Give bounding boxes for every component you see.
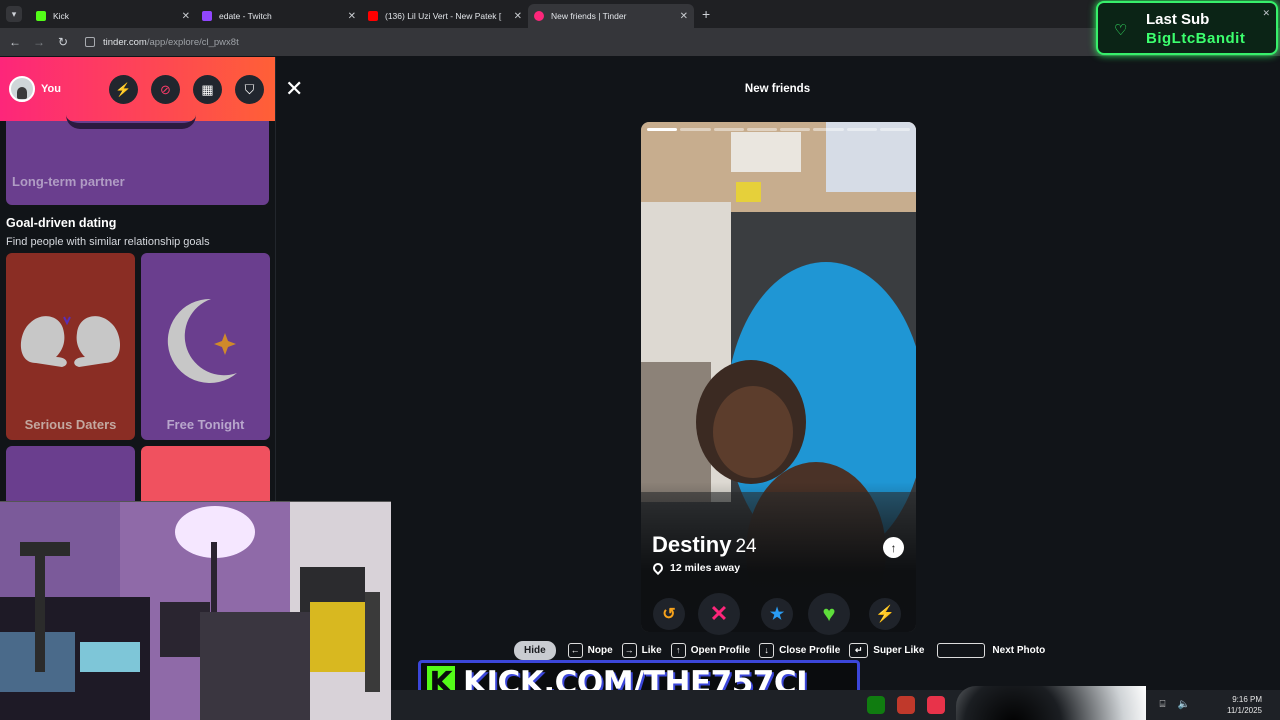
tab-kick[interactable]: Kick ✕ <box>30 4 196 28</box>
back-arrow-icon[interactable]: ← <box>3 35 27 49</box>
tile-label: Free Tonight <box>166 417 245 432</box>
windows-taskbar: ⌃ ⌸ 🔈 9:16 PM 11/1/2025 <box>391 690 1280 720</box>
kick-favicon-icon <box>36 11 46 21</box>
tab-tinder[interactable]: New friends | Tinder ✕ <box>528 4 694 28</box>
section-title: Goal-driven dating <box>6 216 117 230</box>
webcam-feed <box>0 502 391 720</box>
close-tab-icon[interactable]: ✕ <box>348 11 356 22</box>
tab-title: edate - Twitch <box>219 11 272 21</box>
close-tab-icon[interactable]: ✕ <box>182 11 190 22</box>
profile-distance: 12 miles away <box>650 560 741 576</box>
taskbar-clock[interactable]: 9:16 PM 11/1/2025 <box>1227 694 1262 716</box>
boost-bolt-icon[interactable]: ⚡ <box>869 598 901 630</box>
new-tab-plus-icon[interactable]: + <box>702 6 710 22</box>
moon-icon <box>167 298 237 383</box>
super-like-star-icon[interactable]: ★ <box>761 598 793 630</box>
close-tab-icon[interactable]: ✕ <box>514 11 522 22</box>
keyboard-shortcuts: Hide ← Nope → Like ↑ Open Profile ↓ Close Pr… <box>514 640 1054 660</box>
age-text: 24 <box>735 536 757 557</box>
shortcut-next-photo: Next Photo <box>933 642 1046 658</box>
tab-search-icon[interactable]: ▾ <box>6 6 22 22</box>
close-tab-icon[interactable]: ✕ <box>680 11 688 22</box>
shortcut-label: Open Profile <box>690 644 751 656</box>
app-icon[interactable] <box>927 696 945 714</box>
clock-date: 11/1/2025 <box>1227 706 1262 715</box>
clock-time: 9:16 PM <box>1232 695 1262 704</box>
left-key-icon: ← <box>567 642 583 658</box>
url-domain: tinder.com <box>103 36 147 48</box>
serious-daters-tile[interactable]: Serious Daters <box>6 253 135 440</box>
twitch-favicon-icon <box>202 11 212 21</box>
shortcut-label: Close Profile <box>779 644 841 656</box>
app-icon[interactable] <box>897 696 915 714</box>
shortcut-label: Nope <box>587 644 613 656</box>
system-tray: ⌃ ⌸ 🔈 <box>1139 699 1190 710</box>
free-tonight-tile[interactable]: Free Tonight <box>141 253 270 440</box>
enter-key-icon: ↵ <box>849 642 869 658</box>
like-heart-icon[interactable]: ♥ <box>808 593 850 635</box>
page-title: New friends <box>744 83 811 95</box>
up-key-icon: ↑ <box>670 642 686 658</box>
name-text: Destiny <box>652 532 732 557</box>
tab-title: Kick <box>53 11 70 21</box>
screen: ▾ Kick ✕ edate - Twitch ✕ (136) Lil Uzi … <box>0 0 1280 720</box>
location-pin-icon <box>650 560 666 576</box>
swipe-actions: ↺ ✕ ★ ♥ ⚡ <box>641 593 916 637</box>
profile-card[interactable]: Destiny 24 12 miles away ↑ <box>641 122 916 632</box>
section-subtitle: Find people with similar relationship go… <box>6 236 210 248</box>
down-key-icon: ↓ <box>759 642 775 658</box>
address-bar: ← → ↻ tinder.com/app/explore/cl_pwx8t ⌖ … <box>0 28 1280 56</box>
tab-twitch[interactable]: edate - Twitch ✕ <box>196 4 362 28</box>
card-illustration <box>66 115 196 129</box>
shortcut-open-profile: ↑ Open Profile <box>670 642 751 658</box>
hide-shortcuts-button[interactable]: Hide <box>514 640 556 660</box>
last-sub-name: BigLtcBandit <box>1146 30 1246 47</box>
shortcut-like: → Like <box>621 642 662 658</box>
forward-arrow-icon[interactable]: → <box>27 35 51 49</box>
reload-icon[interactable]: ↻ <box>51 35 75 49</box>
volume-icon[interactable]: 🔈 <box>1178 699 1190 710</box>
shortcut-close-profile: ↓ Close Profile <box>759 642 841 658</box>
shortcut-nope: ← Nope <box>567 642 613 658</box>
tab-title: (136) Lil Uzi Vert - New Patek [ <box>385 11 502 21</box>
site-info-icon[interactable] <box>85 37 95 47</box>
url-field[interactable]: tinder.com/app/explore/cl_pwx8t <box>85 37 239 48</box>
tab-title: New friends | Tinder <box>551 11 627 21</box>
last-sub-label: Last Sub <box>1146 11 1210 28</box>
youtube-favicon-icon <box>368 11 378 21</box>
xbox-icon[interactable] <box>867 696 885 714</box>
taskbar-pinned-apps <box>867 696 945 714</box>
heart-icon: ♡ <box>1114 22 1128 39</box>
distance-text: 12 miles away <box>670 562 741 574</box>
shortcut-label: Like <box>641 644 662 656</box>
webcam-overlay <box>0 501 391 720</box>
photo-progress <box>647 128 910 131</box>
tile-label: Serious Daters <box>24 417 117 432</box>
tinder-favicon-icon <box>534 11 544 21</box>
open-profile-arrow-icon[interactable]: ↑ <box>883 537 904 558</box>
close-icon[interactable]: ✕ <box>1262 8 1270 19</box>
swans-icon <box>20 316 121 367</box>
shortcut-super-like: ↵ Super Like <box>849 642 925 658</box>
profile-name: Destiny 24 <box>652 532 757 558</box>
rewind-icon[interactable]: ↺ <box>653 598 685 630</box>
long-term-partner-card[interactable]: Long-term partner <box>6 121 269 205</box>
shortcut-label: Next Photo <box>992 644 1046 656</box>
url-path: /app/explore/cl_pwx8t <box>146 36 239 48</box>
tab-youtube[interactable]: (136) Lil Uzi Vert - New Patek [ ✕ <box>362 4 528 28</box>
network-icon[interactable]: ⌸ <box>1160 699 1166 710</box>
browser-tab-bar: ▾ Kick ✕ edate - Twitch ✕ (136) Lil Uzi … <box>0 0 1280 28</box>
shortcut-label: Super Like <box>873 644 925 656</box>
nope-x-icon[interactable]: ✕ <box>698 593 740 635</box>
card-label: Long-term partner <box>12 174 125 189</box>
last-sub-alert: ♡ Last Sub BigLtcBandit ✕ <box>1096 1 1278 55</box>
right-key-icon: → <box>621 642 637 658</box>
camera-overlay <box>956 686 1146 720</box>
space-key-icon <box>937 642 986 658</box>
